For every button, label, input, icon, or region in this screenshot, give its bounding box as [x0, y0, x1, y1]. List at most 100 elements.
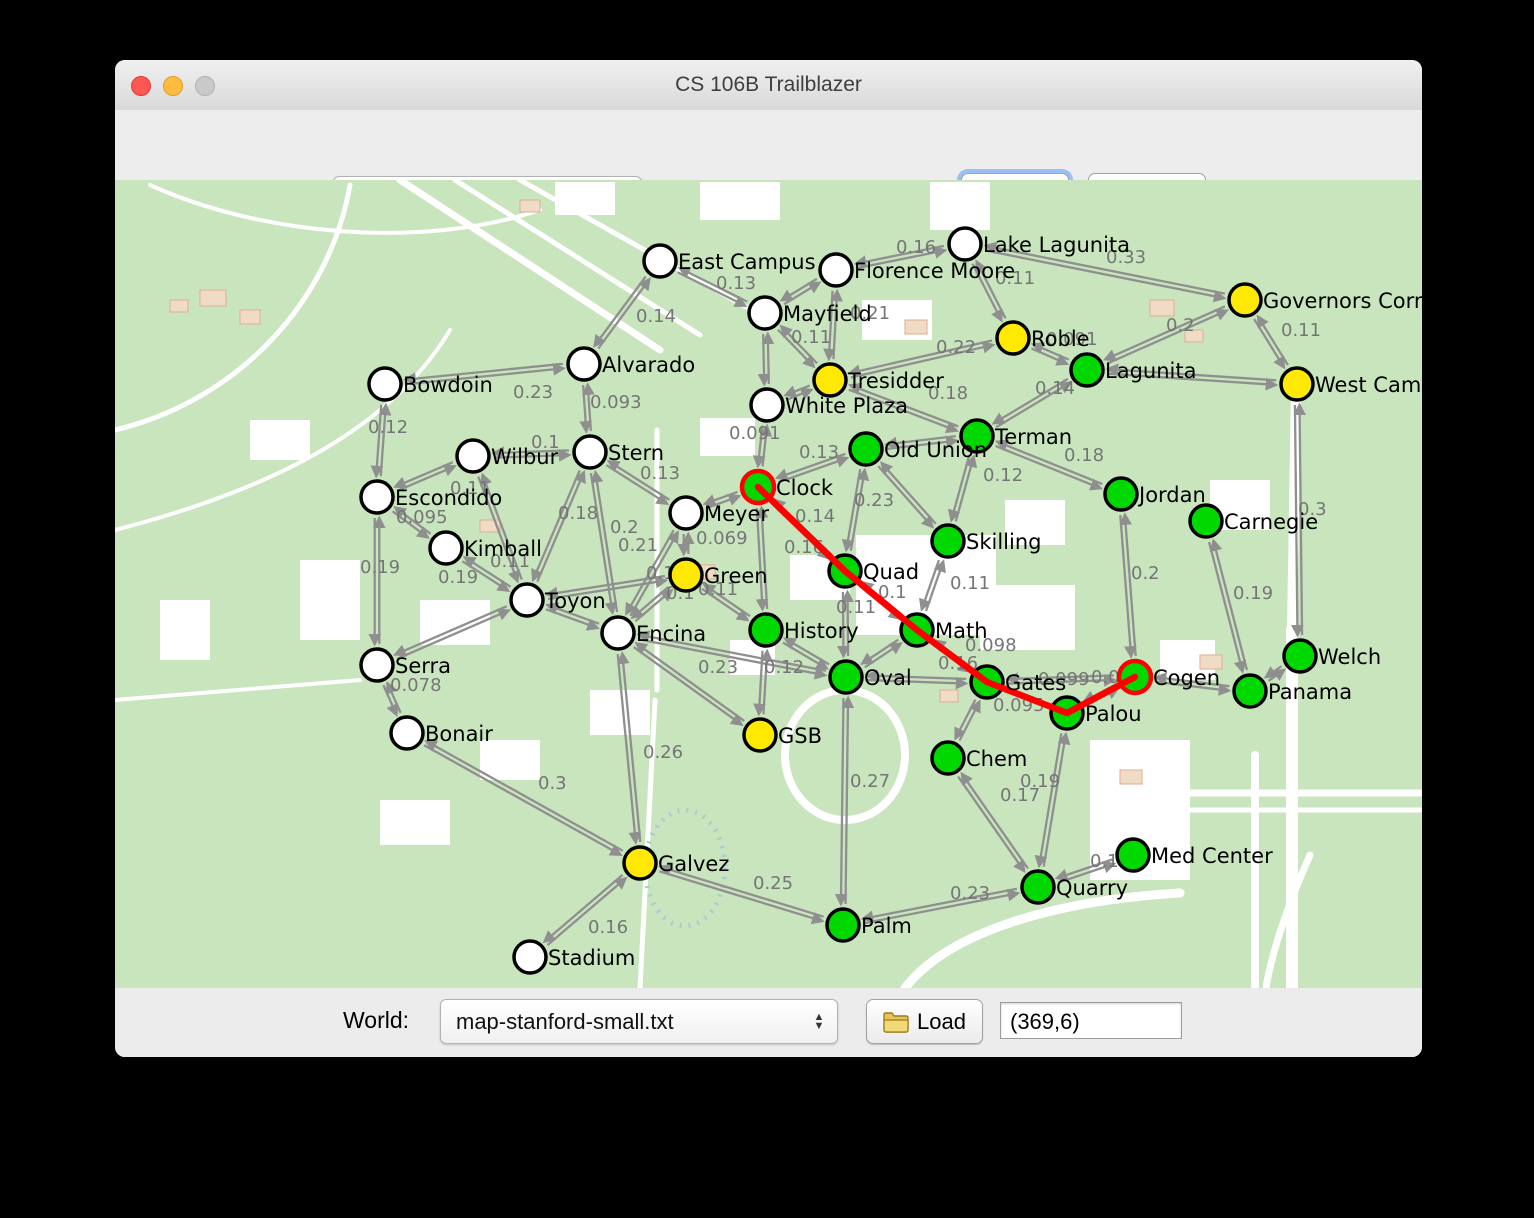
- graph-node-wilbur[interactable]: [457, 440, 489, 472]
- edge-weight-label: 0.091: [729, 423, 781, 444]
- node-label-history: History: [784, 619, 859, 643]
- window-title: CS 106B Trailblazer: [115, 60, 1422, 110]
- graph-node-alvarado[interactable]: [568, 348, 600, 380]
- graph-node-galvez[interactable]: [624, 847, 656, 879]
- edge-weight-label: 0.069: [696, 528, 748, 549]
- graph-node-chem[interactable]: [932, 742, 964, 774]
- graph-node-palm[interactable]: [827, 909, 859, 941]
- node-label-quad: Quad: [863, 560, 919, 584]
- graph-edge: [763, 334, 764, 384]
- edge-weight-label: 0.2: [1166, 315, 1195, 336]
- node-label-east-campus: East Campus: [678, 250, 816, 274]
- edge-weight-label: 0.19: [1233, 583, 1273, 604]
- node-label-gates: Gates: [1005, 671, 1066, 695]
- toolbar: Dijkstra ▲▼ Delay: Run Clear: [115, 110, 1422, 180]
- graph-node-stern[interactable]: [574, 436, 606, 468]
- graph-node-welch[interactable]: [1284, 640, 1316, 672]
- node-label-alvarado: Alvarado: [602, 353, 695, 377]
- screen: { "window": { "title": "CS 106B Trailbla…: [0, 0, 1534, 1218]
- edge-weight-label: 0.3: [538, 773, 567, 794]
- node-label-old-union: Old Union: [884, 438, 987, 462]
- coordinate-field[interactable]: (369,6): [1000, 1002, 1182, 1039]
- graph-node-east-campus[interactable]: [644, 245, 676, 277]
- graph-node-skilling[interactable]: [932, 525, 964, 557]
- node-label-bowdoin: Bowdoin: [403, 373, 493, 397]
- chevron-up-down-icon: ▲▼: [808, 1013, 830, 1031]
- edge-weight-label: 0.14: [636, 306, 676, 327]
- edge-weight-label: 0.12: [983, 465, 1023, 486]
- edge-weight-label: 0.21: [618, 535, 658, 556]
- graph-node-bonair[interactable]: [391, 717, 423, 749]
- node-label-florence-moore: Florence Moore: [854, 259, 1015, 283]
- edge-weight-label: 0.27: [850, 771, 890, 792]
- node-label-governors-corner: Governors Corner: [1263, 289, 1422, 313]
- node-label-tresidder: Tresidder: [847, 369, 944, 393]
- graph-node-lagunita[interactable]: [1071, 354, 1103, 386]
- node-label-clock: Clock: [776, 476, 834, 500]
- title-bar[interactable]: CS 106B Trailblazer: [115, 60, 1422, 111]
- graph-node-green[interactable]: [670, 559, 702, 591]
- edge-weight-label: 0.12: [368, 417, 408, 438]
- graph-node-encina[interactable]: [602, 617, 634, 649]
- graph-node-white-plaza[interactable]: [751, 389, 783, 421]
- graph-node-bowdoin[interactable]: [369, 368, 401, 400]
- node-label-escondido: Escondido: [395, 486, 502, 510]
- graph-node-toyon[interactable]: [511, 584, 543, 616]
- graph-node-meyer[interactable]: [670, 497, 702, 529]
- edge-weight-label: 0.23: [513, 382, 553, 403]
- edge-weight-label: 0.095: [396, 507, 448, 528]
- graph-node-quarry[interactable]: [1022, 871, 1054, 903]
- node-label-bonair: Bonair: [425, 722, 493, 746]
- edge-weight-label: 0.26: [643, 742, 683, 763]
- graph-node-stadium[interactable]: [514, 941, 546, 973]
- load-button[interactable]: Load: [866, 999, 983, 1044]
- node-label-med-center: Med Center: [1151, 844, 1273, 868]
- graph-node-florence-moore[interactable]: [820, 254, 852, 286]
- graph-node-panama[interactable]: [1234, 675, 1266, 707]
- node-label-galvez: Galvez: [658, 852, 729, 876]
- node-label-carnegie: Carnegie: [1224, 510, 1318, 534]
- graph-node-serra[interactable]: [361, 649, 393, 681]
- edge-weight-label: 0.14: [795, 506, 835, 527]
- graph-node-escondido[interactable]: [361, 481, 393, 513]
- load-button-label: Load: [917, 1009, 966, 1035]
- graph-node-med-center[interactable]: [1117, 839, 1149, 871]
- graph-node-carnegie[interactable]: [1190, 505, 1222, 537]
- edge-weight-label: 0.078: [390, 675, 442, 696]
- edge-weight-label: 0.16: [896, 237, 936, 258]
- graph-node-jordan[interactable]: [1105, 478, 1137, 510]
- node-label-toyon: Toyon: [544, 589, 606, 613]
- bottom-bar: World: map-stanford-small.txt ▲▼ Load (3…: [115, 988, 1422, 1057]
- graph-node-roble[interactable]: [997, 322, 1029, 354]
- graph-node-lake-lagunita[interactable]: [949, 228, 981, 260]
- edge-weight-label: 0.2: [1131, 563, 1160, 584]
- graph-node-governors-corner[interactable]: [1229, 284, 1261, 316]
- graph-node-tresidder[interactable]: [814, 364, 846, 396]
- app-window: CS 106B Trailblazer Dijkstra ▲▼ Delay: R…: [115, 60, 1422, 1057]
- graph-node-west-campus[interactable]: [1281, 368, 1313, 400]
- node-label-wilbur: Wilbur: [491, 445, 559, 469]
- graph-node-history[interactable]: [750, 614, 782, 646]
- node-label-cogen: Cogen: [1153, 666, 1220, 690]
- edge-weight-label: 0.19: [360, 557, 400, 578]
- node-label-chem: Chem: [966, 747, 1027, 771]
- graph-node-kimball[interactable]: [430, 532, 462, 564]
- graph-node-oval[interactable]: [830, 661, 862, 693]
- graph-node-gsb[interactable]: [744, 719, 776, 751]
- edge-weight-label: 0.11: [1281, 320, 1321, 341]
- edge-weight-label: 0.16: [588, 917, 628, 938]
- node-label-palou: Palou: [1085, 702, 1142, 726]
- graph-node-old-union[interactable]: [850, 433, 882, 465]
- world-label: World:: [343, 1007, 409, 1034]
- node-label-jordan: Jordan: [1137, 483, 1206, 507]
- edge-weight-label: 0.13: [640, 463, 680, 484]
- edge-weight-label: 0.23: [854, 490, 894, 511]
- node-label-kimball: Kimball: [464, 537, 542, 561]
- graph-node-mayfield[interactable]: [749, 297, 781, 329]
- world-dropdown-value: map-stanford-small.txt: [441, 1009, 808, 1035]
- node-label-lagunita: Lagunita: [1105, 359, 1196, 383]
- node-label-panama: Panama: [1268, 680, 1352, 704]
- edge-weight-label: 0.093: [590, 392, 642, 413]
- world-dropdown[interactable]: map-stanford-small.txt ▲▼: [440, 999, 838, 1044]
- node-label-stern: Stern: [608, 441, 664, 465]
